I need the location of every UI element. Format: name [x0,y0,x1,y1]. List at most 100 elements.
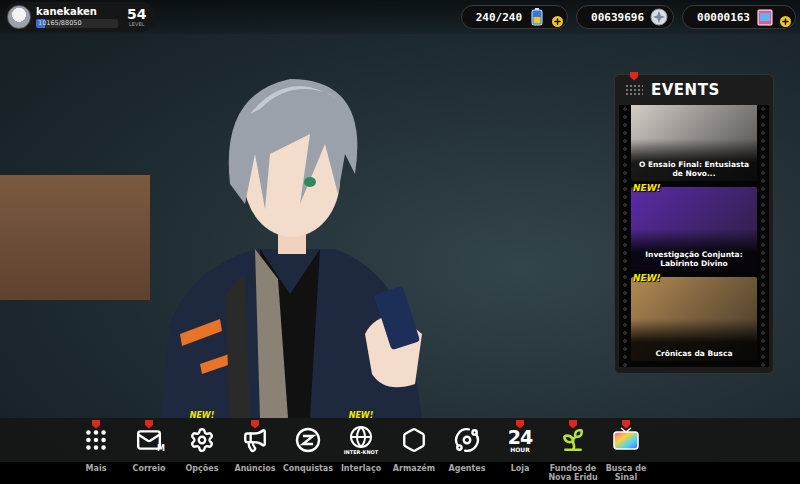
nav-badge [515,414,525,433]
battery-icon [527,7,547,27]
film-icon [755,7,775,27]
mail-icon-letter: M [157,444,165,453]
event-card[interactable]: NEW!Crônicas da Busca [631,277,757,361]
currency-value: 00000163 [697,11,750,24]
nav-icon-box [549,418,597,462]
nav-item[interactable]: M Correio [123,418,175,473]
nav-item[interactable]: Mais [70,418,122,473]
currency-row: 240/240 00639696 00000163 [461,5,796,29]
new-tag: NEW! [190,411,215,420]
alert-badge-icon [91,419,101,429]
nav-item[interactable]: Fundos de Nova Eridu [547,418,599,482]
nav-item[interactable]: Agentes [441,418,493,473]
nav-icon-box: NEW!INTER-KNOT [337,418,385,462]
nav-item[interactable]: Busca de Sinal [600,418,652,482]
globe-icon [349,425,373,449]
nav-icon-box: NEW! [178,418,226,462]
alert-badge-icon [144,419,154,429]
events-list[interactable]: O Ensaio Final: Entusiasta de Novo... NEW… [619,105,769,367]
nav-badge [250,414,260,433]
nav-icon-box [231,418,279,462]
nav-icon-box [602,418,650,462]
nav-icon-box [443,418,491,462]
sprout-icon [560,427,586,453]
top-bar: kanekaken10165/88050 54LEVEL 240/240 006396… [0,0,800,34]
events-title: EVENTS [651,81,720,99]
plus-icon [781,17,790,26]
new-tag: NEW! [633,273,661,283]
achievement-icon [295,427,321,453]
event-caption: O Ensaio Final: Entusiasta de Novo... [634,160,754,178]
nav-item[interactable]: NEW!Opções [176,418,228,473]
events-panel: EVENTS O Ensaio Final: Entusiasta de Novo… [614,74,774,374]
shop-icon-number: 24 [508,428,532,446]
alert-badge-icon [250,419,260,429]
alert-badge-icon [568,419,578,429]
new-tag: NEW! [349,411,374,420]
nav-item[interactable]: Armazém [388,418,440,473]
nav-icon-box [72,418,120,462]
nav-label: Fundos de Nova Eridu [547,462,599,482]
event-card[interactable]: NEW!Investigação Conjunta: Labirinto Div… [631,187,757,271]
event-caption: Crônicas da Busca [634,349,754,358]
events-badge [629,66,639,85]
gear-icon [189,427,215,453]
bottom-nav: Mais M Correio NEW!Opções Anúncios Conquistas… [0,418,800,484]
level-label: LEVEL [129,21,144,27]
xp-bar: 10165/88050 [36,19,118,28]
game-screen: kanekaken10165/88050 54LEVEL 240/240 006396… [0,0,800,484]
nav-badge [568,414,578,433]
alert-badge-icon [621,419,631,429]
interknot-caption: INTER-KNOT [344,449,379,455]
nav-label: Conquistas [283,462,333,473]
currency-pill[interactable]: 00639696 [576,5,674,29]
currency-value: 240/240 [476,11,522,24]
nav-label: Correio [133,462,166,473]
nav-item[interactable]: Conquistas [282,418,334,473]
grid-icon [83,427,109,453]
nav-badge [91,414,101,433]
nav-item[interactable]: 24HOURLoja [494,418,546,473]
events-header: EVENTS [615,75,773,105]
alert-badge-icon [515,419,525,429]
player-avatar[interactable] [7,5,31,29]
player-name: kanekaken [36,6,118,18]
event-card[interactable]: O Ensaio Final: Entusiasta de Novo... [631,105,757,181]
nav-label: Opções [186,462,219,473]
plus-icon [553,17,562,26]
character-figure[interactable] [160,34,430,418]
nav-label: Busca de Sinal [600,462,652,482]
coin-icon [649,7,669,27]
nav-label: Agentes [448,462,485,473]
nav-badge [621,414,631,433]
player-level: 54LEVEL [127,7,146,27]
megaphone-icon [242,427,268,453]
currency-value: 00639696 [591,11,644,24]
tv-icon [612,427,640,453]
agents-icon [454,427,480,453]
nav-label: Interlaço [341,462,381,473]
currency-pill[interactable]: 00000163 [682,5,796,29]
nav-label: Armazém [393,462,435,473]
add-button[interactable] [780,16,791,27]
nav-item[interactable]: NEW!INTER-KNOTInterlaço [335,418,387,473]
nav-icon-box: M [125,418,173,462]
nav-badge [144,414,154,433]
nav-label: Loja [511,462,530,473]
event-caption: Investigação Conjunta: Labirinto Divino [634,250,754,268]
player-info: kanekaken10165/88050 [36,6,118,28]
currency-pill[interactable]: 240/240 [461,5,568,29]
level-number: 54 [127,7,146,21]
nav-label: Mais [86,462,107,473]
nav-label: Anúncios [234,462,275,473]
add-button[interactable] [552,16,563,27]
nav-item[interactable]: Anúncios [229,418,281,473]
nav-icon-box [284,418,332,462]
player-profile[interactable]: kanekaken10165/88050 54LEVEL [4,2,156,32]
scene: EVENTS O Ensaio Final: Entusiasta de Novo… [0,34,800,418]
nav-icon-box [390,418,438,462]
storage-icon [401,427,427,453]
xp-text: 10165/88050 [36,19,118,28]
dots-icon [625,84,643,96]
new-tag: NEW! [633,183,661,193]
